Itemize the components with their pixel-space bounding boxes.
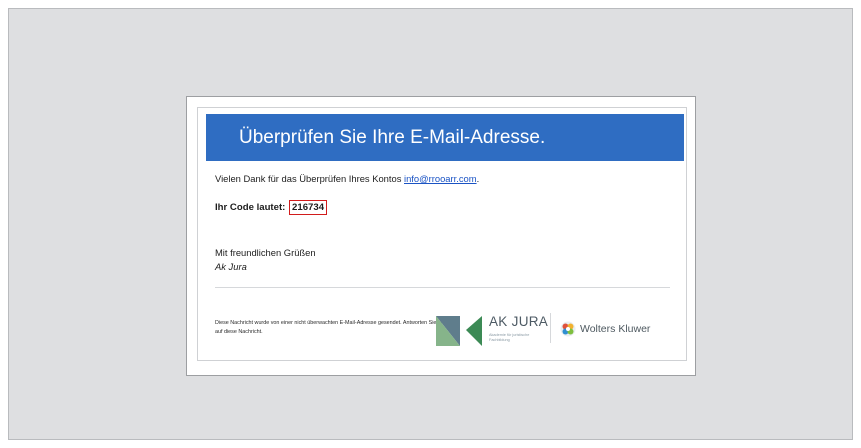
logo-separator (550, 313, 551, 343)
greeting: Mit freundlichen Grüßen (215, 247, 316, 258)
email-banner-title: Überprüfen Sie Ihre E-Mail-Adresse. (206, 114, 684, 161)
wolters-kluwer-text: Wolters Kluwer (580, 323, 651, 335)
akjura-logo-text: AK JURA (489, 314, 549, 329)
thanks-message: Vielen Dank für das Überprüfen Ihres Kon… (215, 173, 479, 184)
screenshot-background: Überprüfen Sie Ihre E-Mail-Adresse. Viel… (8, 8, 853, 440)
code-label: Ihr Code lautet: (215, 202, 289, 213)
email-card: Überprüfen Sie Ihre E-Mail-Adresse. Viel… (186, 96, 696, 376)
thanks-text: Vielen Dank für das Überprüfen Ihres Kon… (215, 173, 404, 184)
email-body: Überprüfen Sie Ihre E-Mail-Adresse. Viel… (197, 107, 687, 361)
akjura-tagline: Akademie für juristische Fachbildung (489, 333, 530, 342)
verification-code: 216734 (289, 200, 328, 215)
verification-code-line: Ihr Code lautet: 216734 (215, 200, 328, 215)
akjura-logo-icon (436, 316, 482, 346)
thanks-suffix: . (476, 173, 480, 184)
akjura-logo: AK JURA Akademie für juristische Fachbil… (436, 312, 548, 348)
no-reply-note: Diese Nachricht wurde von einer nicht üb… (215, 320, 450, 335)
wolters-kluwer-logo-icon (560, 321, 576, 337)
account-email-link[interactable]: info@rrooarr.com (404, 173, 477, 184)
footer-divider (215, 287, 670, 288)
signature: Ak Jura (215, 261, 247, 272)
